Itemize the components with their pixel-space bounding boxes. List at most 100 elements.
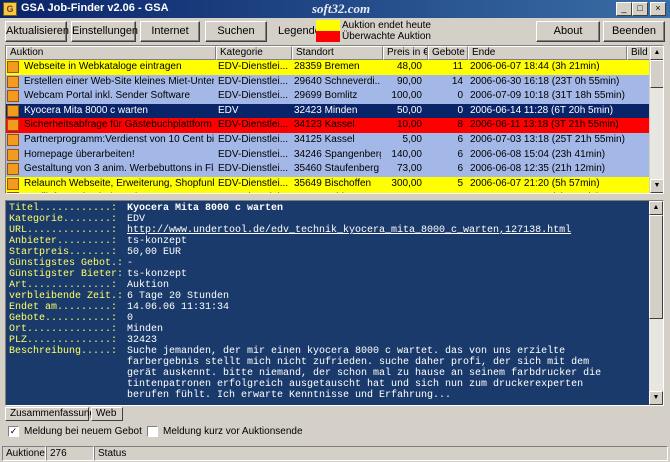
- detail-description-line: farbergebnis stellt mich nicht zufrieden…: [9, 357, 649, 368]
- table-cell: 2006-06-07 19:58 (4h 35min): [468, 191, 626, 193]
- table-cell: 100,00: [391, 90, 422, 102]
- table-cell: Gestaltung von 3 anim. Werbebuttons in F…: [24, 163, 214, 175]
- table-cell: 29699 Bomlitz: [294, 90, 358, 102]
- detail-field: Art..............: Auktion: [9, 280, 649, 291]
- auction-icon: [7, 192, 19, 193]
- table-row[interactable]: Webcam Portal inkl. Sender Software EDV-D…: [6, 89, 651, 104]
- auction-icon: [7, 119, 19, 132]
- table-cell: EDV-Dienstlei...: [218, 61, 289, 72]
- scroll-down-arrow-icon[interactable]: ▼: [650, 179, 663, 193]
- detail-key: Endet am.........:: [9, 302, 118, 313]
- col-header-location[interactable]: Standort: [292, 46, 383, 60]
- detail-key: Kategorie........:: [9, 214, 118, 225]
- checkbox-checked[interactable]: ✓: [8, 426, 19, 437]
- table-cell: 11: [452, 61, 463, 72]
- notify-end-soon-label: Meldung kurz vor Auktionsende: [163, 426, 303, 437]
- detail-scroll-up-icon[interactable]: ▲: [649, 201, 663, 215]
- table-row[interactable]: Homepage überarbeiten! EDV-Dienstlei... 34…: [6, 147, 651, 163]
- table-row[interactable]: Grafik für Webseite/AnzeigenEDV-Dienstle…: [6, 191, 651, 193]
- table-cell: Webseite in Webkataloge eintragen: [24, 61, 182, 72]
- table-cell: Homepage überarbeiten!: [24, 148, 135, 160]
- scroll-thumb[interactable]: [650, 60, 663, 88]
- col-header-price[interactable]: Preis in €: [383, 46, 428, 60]
- table-row[interactable]: Webseite in Webkataloge eintragen EDV-Die…: [6, 60, 651, 75]
- table-cell: 2006-07-03 13:18 (25T 21h 55min): [470, 133, 625, 145]
- detail-field: PLZ..............: 32423: [9, 335, 649, 346]
- table-scrollbar[interactable]: ▲ ▼: [649, 46, 663, 193]
- table-row[interactable]: Sicherheitsabfrage für Gästebuchplattfor…: [6, 118, 651, 133]
- status-auctions-count: 276: [46, 446, 94, 461]
- table-cell: Partnerprogramm:Verdienst von 10 Cent bi…: [24, 133, 214, 145]
- search-button[interactable]: Suchen: [205, 21, 267, 42]
- col-header-bids[interactable]: Gebote: [428, 46, 468, 60]
- detail-description-line: berufen fühlt. Ich erwarte Kenntnisse un…: [9, 390, 649, 401]
- tab-summary[interactable]: Zusammenfassung: [5, 407, 95, 421]
- table-cell: EDV-Dienstlei...: [218, 75, 289, 87]
- detail-scrollbar[interactable]: ▲ ▼: [649, 201, 663, 405]
- notify-new-bid-checkbox[interactable]: ✓ Meldung bei neuem Gebot: [8, 425, 142, 439]
- description-text: gerät auskennt. bitte niemand, der schon…: [127, 368, 602, 379]
- table-cell: 6: [457, 133, 463, 145]
- update-button[interactable]: Aktualisieren: [5, 21, 69, 42]
- col-header-category[interactable]: Kategorie: [216, 46, 292, 60]
- detail-key: Ort..............:: [9, 324, 118, 335]
- detail-key: Titel............:: [9, 203, 118, 214]
- detail-scroll-down-icon[interactable]: ▼: [649, 391, 663, 405]
- quit-button[interactable]: Beenden: [603, 21, 665, 42]
- table-row[interactable]: Relaunch Webseite, Erweiterung, Shopfunk…: [6, 176, 651, 192]
- internet-button[interactable]: Internet: [140, 21, 200, 42]
- detail-field: Kategorie........: EDV: [9, 214, 649, 225]
- table-cell: 140,00: [391, 148, 422, 160]
- legend-watched: Überwachte Auktion: [316, 31, 431, 42]
- detail-key: Anbieter.........:: [9, 236, 118, 247]
- detail-field: Ort..............: Minden: [9, 324, 649, 335]
- col-header-image[interactable]: Bild: [627, 46, 651, 60]
- detail-panel: Titel............: Kyocera Mita 8000 c wa…: [5, 200, 664, 406]
- status-bar: Auktionen 276 Status: [0, 444, 670, 462]
- detail-description-line: gerät auskennt. bitte niemand, der schon…: [9, 368, 649, 379]
- settings-button[interactable]: Einstellungen: [71, 21, 138, 42]
- auction-table[interactable]: Auktion Kategorie Standort Preis in € Ge…: [5, 45, 664, 194]
- minimize-button[interactable]: _: [616, 2, 632, 16]
- checkbox-unchecked[interactable]: [147, 426, 158, 437]
- table-row[interactable]: Gestaltung von 3 anim. Werbebuttons in F…: [6, 162, 651, 177]
- maximize-button[interactable]: □: [632, 2, 648, 16]
- table-row[interactable]: Partnerprogramm:Verdienst von 10 Cent bi…: [6, 132, 651, 148]
- detail-field: verbleibende Zeit.: 6 Tage 20 Stunden: [9, 291, 649, 302]
- detail-field: URL..............: http://www.undertool.d…: [9, 225, 649, 236]
- table-cell: 48,00: [396, 61, 422, 72]
- table-cell: EDV-Dienstlei...: [218, 119, 289, 131]
- detail-description-line: tintenpatronen erfolgreich ausgetauscht …: [9, 379, 649, 390]
- tab-web[interactable]: Web: [91, 407, 123, 421]
- table-cell: 73,00: [396, 163, 422, 175]
- status-text: Status: [94, 446, 668, 461]
- description-text: berufen fühlt. Ich erwarte Kenntnisse un…: [127, 390, 452, 401]
- detail-scroll-thumb[interactable]: [649, 215, 663, 319]
- detail-key: PLZ..............:: [9, 335, 118, 346]
- notify-end-soon-checkbox[interactable]: Meldung kurz vor Auktionsende: [147, 425, 307, 439]
- detail-field: Günstigster Bieter: ts-konzept: [9, 269, 649, 280]
- window-title: GSA Job-Finder v2.06 - GSA: [21, 2, 169, 14]
- close-button[interactable]: ×: [650, 2, 666, 16]
- about-button[interactable]: About: [536, 21, 600, 42]
- table-cell: EDV-Dienstlei...: [218, 177, 289, 189]
- col-header-auction[interactable]: Auktion: [6, 46, 216, 60]
- table-cell: Webcam Portal inkl. Sender Software: [24, 90, 191, 102]
- table-cell: Kyocera Mita 8000 c warten: [24, 104, 148, 116]
- detail-url-link[interactable]: http://www.undertool.de/edv_technik_kyoc…: [127, 225, 571, 236]
- table-cell: EDV-Dienstlei...: [218, 133, 289, 145]
- table-row[interactable]: Erstellen einer Web-Site kleines Miet-Un…: [6, 74, 651, 90]
- table-cell: 5,00: [402, 133, 422, 145]
- table-cell: 2006-07-09 10:18 (31T 18h 55min): [470, 90, 625, 102]
- table-cell: 36039 Fulda: [292, 191, 381, 193]
- detail-field: Endet am.........: 14.06.06 11:31:34: [9, 302, 649, 313]
- detail-key: Beschreibung.....:: [9, 346, 118, 357]
- col-header-end[interactable]: Ende: [468, 46, 627, 60]
- detail-field: Titel............: Kyocera Mita 8000 c wa…: [9, 203, 649, 214]
- auction-icon: [7, 61, 19, 73]
- table-row[interactable]: Kyocera Mita 8000 c warten EDV 32423 Minde…: [6, 103, 651, 119]
- scroll-up-arrow-icon[interactable]: ▲: [650, 46, 663, 60]
- table-cell: EDV-Dienstlei...: [218, 90, 289, 102]
- table-cell: 29640 Schneverdi...: [294, 75, 381, 87]
- table-body: Webseite in Webkataloge eintragen EDV-Die…: [6, 60, 651, 193]
